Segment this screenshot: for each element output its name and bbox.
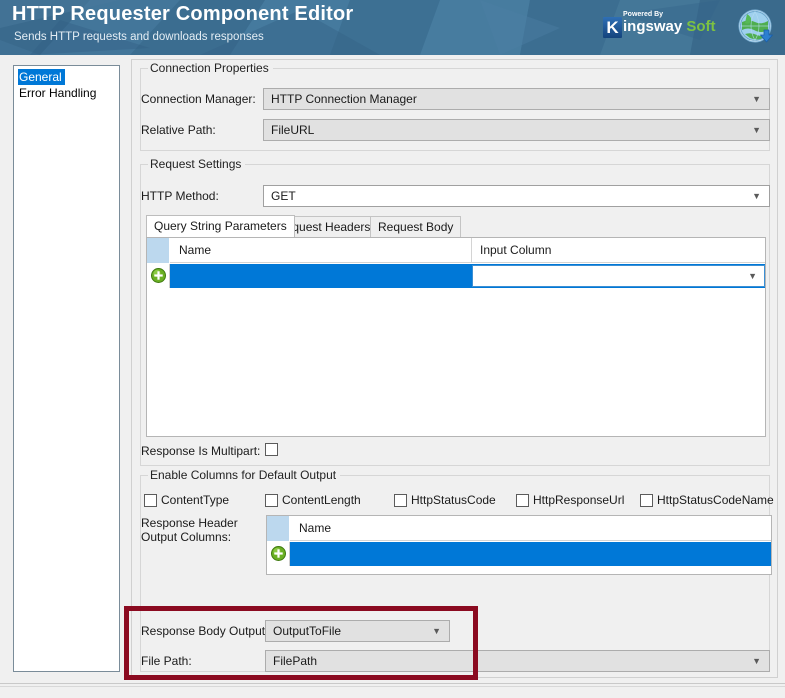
chevron-down-icon: ▼ bbox=[752, 191, 761, 201]
tab-request-body[interactable]: Request Body bbox=[370, 216, 462, 237]
enable-columns-legend: Enable Columns for Default Output bbox=[148, 468, 341, 482]
sidebar-item-error-handling[interactable]: Error Handling bbox=[14, 85, 119, 101]
checkbox-contentlength-label: ContentLength bbox=[282, 493, 361, 507]
connection-manager-label: Connection Manager: bbox=[141, 92, 256, 106]
checkbox-httpstatuscodename[interactable] bbox=[640, 494, 653, 507]
relative-path-combobox[interactable]: FileURL ▼ bbox=[263, 119, 770, 141]
footer-divider-secondary bbox=[0, 686, 785, 687]
file-path-combobox[interactable]: FilePath ▼ bbox=[265, 650, 770, 672]
response-header-output-columns-grid[interactable]: Name bbox=[266, 515, 772, 575]
logo-k-badge: K bbox=[603, 17, 622, 38]
http-method-value: GET bbox=[271, 189, 296, 203]
response-header-output-columns-label-line1: Response Header bbox=[141, 516, 238, 530]
chevron-down-icon: ▼ bbox=[432, 626, 441, 636]
grid-select-all-corner[interactable] bbox=[147, 238, 170, 263]
response-is-multipart-checkbox[interactable] bbox=[265, 443, 278, 456]
chevron-down-icon: ▼ bbox=[752, 94, 761, 104]
checkbox-httpresponseurl[interactable] bbox=[516, 494, 529, 507]
logo-brand-second: Soft bbox=[686, 18, 716, 35]
checkbox-contenttype-label: ContentType bbox=[161, 493, 230, 507]
chevron-down-icon: ▼ bbox=[752, 125, 761, 135]
sidebar-item-general[interactable]: General bbox=[14, 69, 119, 85]
grid-input-column-combobox[interactable]: ▼ bbox=[472, 265, 765, 287]
connection-manager-combobox[interactable]: HTTP Connection Manager ▼ bbox=[263, 88, 770, 110]
checkbox-httpstatuscode-label: HttpStatusCode bbox=[411, 493, 496, 507]
logo-brand-text: ingsway Soft bbox=[623, 19, 716, 34]
relative-path-value: FileURL bbox=[271, 123, 315, 137]
http-method-combobox[interactable]: GET ▼ bbox=[263, 185, 770, 207]
tab-query-string-parameters[interactable]: Query String Parameters bbox=[146, 215, 295, 237]
footer-divider bbox=[0, 683, 785, 684]
title-banner: HTTP Requester Component Editor Sends HT… bbox=[0, 0, 785, 55]
logo-brand-first: ingsway bbox=[623, 18, 683, 35]
grid-row-header[interactable] bbox=[147, 264, 170, 288]
response-body-output-value: OutputToFile bbox=[273, 624, 342, 638]
checkbox-contentlength[interactable] bbox=[265, 494, 278, 507]
kingswaysoft-logo: K Powered By ingsway Soft bbox=[603, 10, 727, 40]
page-list[interactable]: General Error Handling bbox=[13, 65, 120, 672]
grid-row-header[interactable] bbox=[267, 542, 290, 566]
query-string-parameters-grid[interactable]: Name Input Column ▼ bbox=[146, 237, 766, 437]
file-path-value: FilePath bbox=[273, 654, 318, 668]
relative-path-label: Relative Path: bbox=[141, 123, 216, 137]
request-settings-legend: Request Settings bbox=[148, 157, 246, 171]
http-method-label: HTTP Method: bbox=[141, 189, 219, 203]
globe-download-icon bbox=[738, 9, 773, 43]
grid-new-row[interactable]: ▼ bbox=[147, 264, 765, 288]
checkbox-contenttype[interactable] bbox=[144, 494, 157, 507]
chevron-down-icon: ▼ bbox=[752, 656, 761, 666]
grid-header-row: Name Input Column bbox=[147, 238, 765, 263]
file-path-label: File Path: bbox=[141, 654, 192, 668]
grid-new-row[interactable] bbox=[267, 542, 771, 566]
checkbox-httpresponseurl-label: HttpResponseUrl bbox=[533, 493, 625, 507]
grid-column-header-name[interactable]: Name bbox=[171, 238, 471, 263]
response-body-output-combobox[interactable]: OutputToFile ▼ bbox=[265, 620, 450, 642]
response-is-multipart-label: Response Is Multipart: bbox=[141, 444, 261, 458]
connection-properties-legend: Connection Properties bbox=[148, 61, 273, 75]
chevron-down-icon: ▼ bbox=[748, 271, 757, 281]
connection-manager-value: HTTP Connection Manager bbox=[271, 92, 417, 106]
add-row-icon[interactable] bbox=[271, 546, 286, 561]
checkbox-httpstatuscode[interactable] bbox=[394, 494, 407, 507]
sidebar-item-general-label: General bbox=[18, 69, 65, 85]
page-title: HTTP Requester Component Editor bbox=[12, 3, 354, 25]
add-row-icon[interactable] bbox=[151, 268, 166, 283]
grid-column-header-input-column[interactable]: Input Column bbox=[472, 238, 765, 263]
grid-select-all-corner[interactable] bbox=[267, 516, 290, 541]
response-body-output-label: Response Body Output: bbox=[141, 624, 269, 638]
request-settings-tabstrip[interactable]: Query String Parameters Request Headers … bbox=[146, 215, 766, 237]
grid-column-header-name[interactable]: Name bbox=[291, 516, 771, 541]
page-subtitle: Sends HTTP requests and downloads respon… bbox=[14, 31, 264, 43]
logo-powered-by-text: Powered By bbox=[623, 11, 664, 18]
checkbox-httpstatuscodename-label: HttpStatusCodeName bbox=[657, 493, 774, 507]
grid-header-row: Name bbox=[267, 516, 771, 541]
response-header-output-columns-label-line2: Output Columns: bbox=[141, 530, 232, 544]
